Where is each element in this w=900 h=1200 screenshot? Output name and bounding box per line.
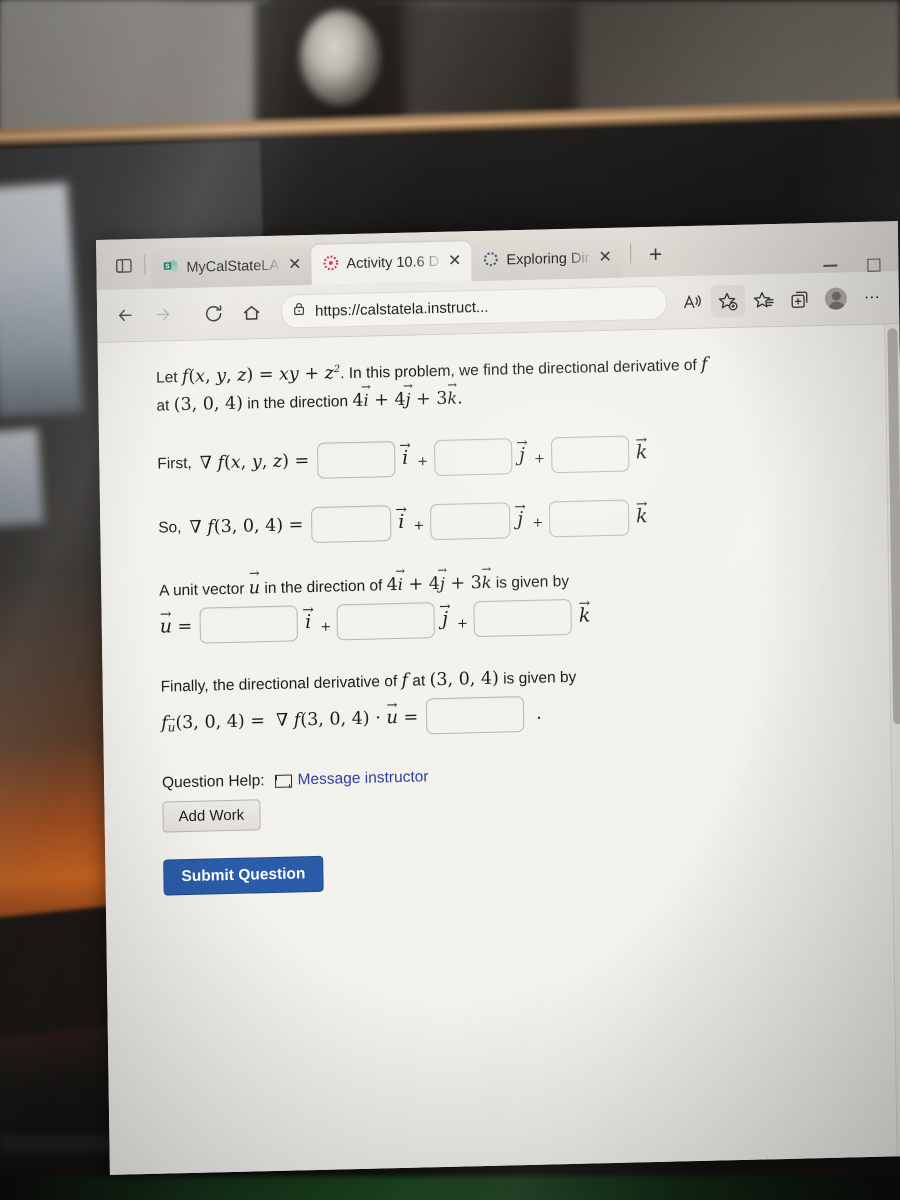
direction-vector: 4 → i + 4 → j + 3 → k.	[352, 377, 463, 412]
add-work-button[interactable]: Add Work	[162, 799, 261, 833]
plus-sign: +	[532, 515, 544, 531]
unit-vector-i-label: → i	[302, 601, 314, 634]
minimize-button[interactable]	[823, 256, 838, 267]
tab-close-icon[interactable]: ✕	[286, 256, 304, 273]
favorites-icon[interactable]	[747, 284, 781, 317]
tab-close-icon[interactable]: ✕	[596, 249, 614, 266]
step2-lead: So,	[158, 518, 182, 537]
unit-vector-k-label: → k	[635, 431, 648, 464]
step3-sentence-a: A unit vector	[159, 580, 249, 600]
newtab-divider	[629, 243, 631, 264]
forward-arrow-icon	[145, 298, 181, 331]
gradient-point-i-input[interactable]	[311, 504, 392, 543]
step-unit-vector: A unit vector → u in the direction of 4 → i…	[159, 560, 864, 645]
message-instructor-link[interactable]: Message instructor	[274, 768, 429, 791]
step3-direction: 4 → i + 4 → j + 3 → k	[386, 561, 492, 595]
profile-avatar[interactable]	[819, 282, 853, 315]
step1-lead: First,	[157, 454, 192, 473]
settings-more-icon[interactable]: ···	[855, 281, 889, 314]
room-light-reflection	[300, 10, 380, 105]
tab-mycalstatela[interactable]: S MyCalStateLA ✕	[151, 244, 312, 289]
unit-vector-i-input[interactable]	[199, 605, 299, 644]
unit-vector-k-input[interactable]	[473, 598, 573, 638]
new-tab-button[interactable]: +	[649, 241, 663, 268]
step1-expression: ∇ f(x, y, z) =	[199, 450, 310, 474]
directional-derivative-input[interactable]	[425, 696, 525, 735]
photo-of-laptop-screen: S MyCalStateLA ✕ Activity 10.6 D ✕ Explo…	[0, 0, 900, 1200]
plus-sign: +	[417, 454, 429, 470]
step3-expression: → u =	[159, 606, 193, 638]
plus-sign: +	[456, 615, 469, 632]
step2-expression: ∇ f(3, 0, 4) =	[189, 514, 304, 538]
svg-text:S: S	[165, 263, 169, 270]
unit-vector-j-label: → j	[514, 498, 526, 530]
canvas-blue-icon	[482, 250, 499, 271]
refresh-icon[interactable]	[195, 297, 231, 330]
scrollbar-thumb[interactable]	[887, 328, 900, 725]
home-icon[interactable]	[233, 296, 269, 329]
intro-line2-lead: at	[156, 397, 174, 415]
plus-sign: +	[413, 518, 425, 534]
unit-vector-j-label: → j	[516, 434, 528, 466]
canvas-icon	[322, 254, 339, 275]
step-gradient-general: First, ∇ f(x, y, z) = → i + → j + → k	[157, 430, 861, 483]
submit-question-button[interactable]: Submit Question	[163, 856, 324, 896]
tab-title: Exploring Dir	[506, 250, 590, 269]
address-bar[interactable]: https://calstatela.instruct...	[280, 285, 668, 329]
evaluation-point: (3, 0, 4)	[173, 393, 244, 416]
collections-icon[interactable]	[783, 283, 817, 316]
unit-vector-j-input[interactable]	[336, 602, 436, 641]
room-dark-panel-2	[398, 0, 578, 122]
maximize-button[interactable]	[867, 255, 881, 272]
tab-title: Activity 10.6 D	[346, 253, 440, 273]
url-text: https://calstatela.instruct...	[314, 298, 489, 320]
tab-title: MyCalStateLA	[186, 257, 280, 276]
tab-divider	[144, 254, 146, 275]
intro-line2-mid: in the direction	[242, 393, 353, 413]
plus-sign: +	[320, 619, 332, 635]
u-symbol: → u	[248, 565, 261, 599]
lock-icon	[292, 301, 306, 321]
step4-expression: f → u(3, 0, 4) = ∇ f(3, 0, 4) · → u =	[161, 698, 419, 735]
gradient-k-input[interactable]	[550, 435, 630, 474]
page-content: Let f(x, y, z) = xy + z2. In this proble…	[97, 324, 900, 1175]
tab-actions-icon[interactable]	[106, 248, 140, 283]
gradient-point-j-input[interactable]	[430, 502, 511, 540]
step-gradient-at-point: So, ∇ f(3, 0, 4) = → i + → j + → k	[158, 494, 862, 547]
message-instructor-label: Message instructor	[297, 768, 429, 789]
tab-activity-10-6[interactable]: Activity 10.6 D ✕	[311, 241, 472, 285]
room-wall-slab	[0, 0, 270, 128]
function-definition: f(x, y, z) = xy + z2	[181, 363, 341, 388]
period: .	[535, 704, 542, 725]
gradient-j-input[interactable]	[433, 437, 513, 476]
desk-surface	[0, 1176, 900, 1200]
intro-lead: Let	[155, 369, 183, 387]
step3-sentence-c: is given by	[491, 572, 570, 592]
intro-mid: . In this problem, we find the direction…	[340, 356, 702, 383]
unit-vector-i-label: → i	[395, 501, 408, 533]
tab-exploring-dir[interactable]: Exploring Dir ✕	[471, 237, 623, 282]
gradient-point-k-input[interactable]	[548, 499, 630, 538]
envelope-icon	[274, 774, 292, 788]
wallpaper-reflection-window-2	[0, 428, 45, 527]
sharepoint-icon: S	[162, 258, 179, 279]
unit-vector-j-label: → j	[439, 598, 451, 630]
back-arrow-icon[interactable]	[107, 299, 143, 332]
browser-window: S MyCalStateLA ✕ Activity 10.6 D ✕ Explo…	[96, 221, 900, 1175]
unit-vector-i-label: → i	[399, 437, 411, 469]
gradient-i-input[interactable]	[316, 440, 396, 479]
f-symbol: f	[700, 354, 708, 375]
problem-statement: Let f(x, y, z) = xy + z2. In this proble…	[156, 347, 861, 420]
read-aloud-icon[interactable]	[675, 286, 709, 319]
window-controls	[823, 248, 898, 273]
add-favorite-icon[interactable]	[710, 284, 746, 318]
unit-vector-k-label: → k	[635, 495, 648, 528]
step3-sentence-b: in the direction of	[259, 576, 387, 597]
plus-sign: +	[533, 451, 546, 467]
step-directional-derivative: Finally, the directional derivative of f…	[160, 656, 865, 741]
tab-close-icon[interactable]: ✕	[446, 252, 464, 269]
unit-vector-k-label: → k	[578, 595, 591, 627]
